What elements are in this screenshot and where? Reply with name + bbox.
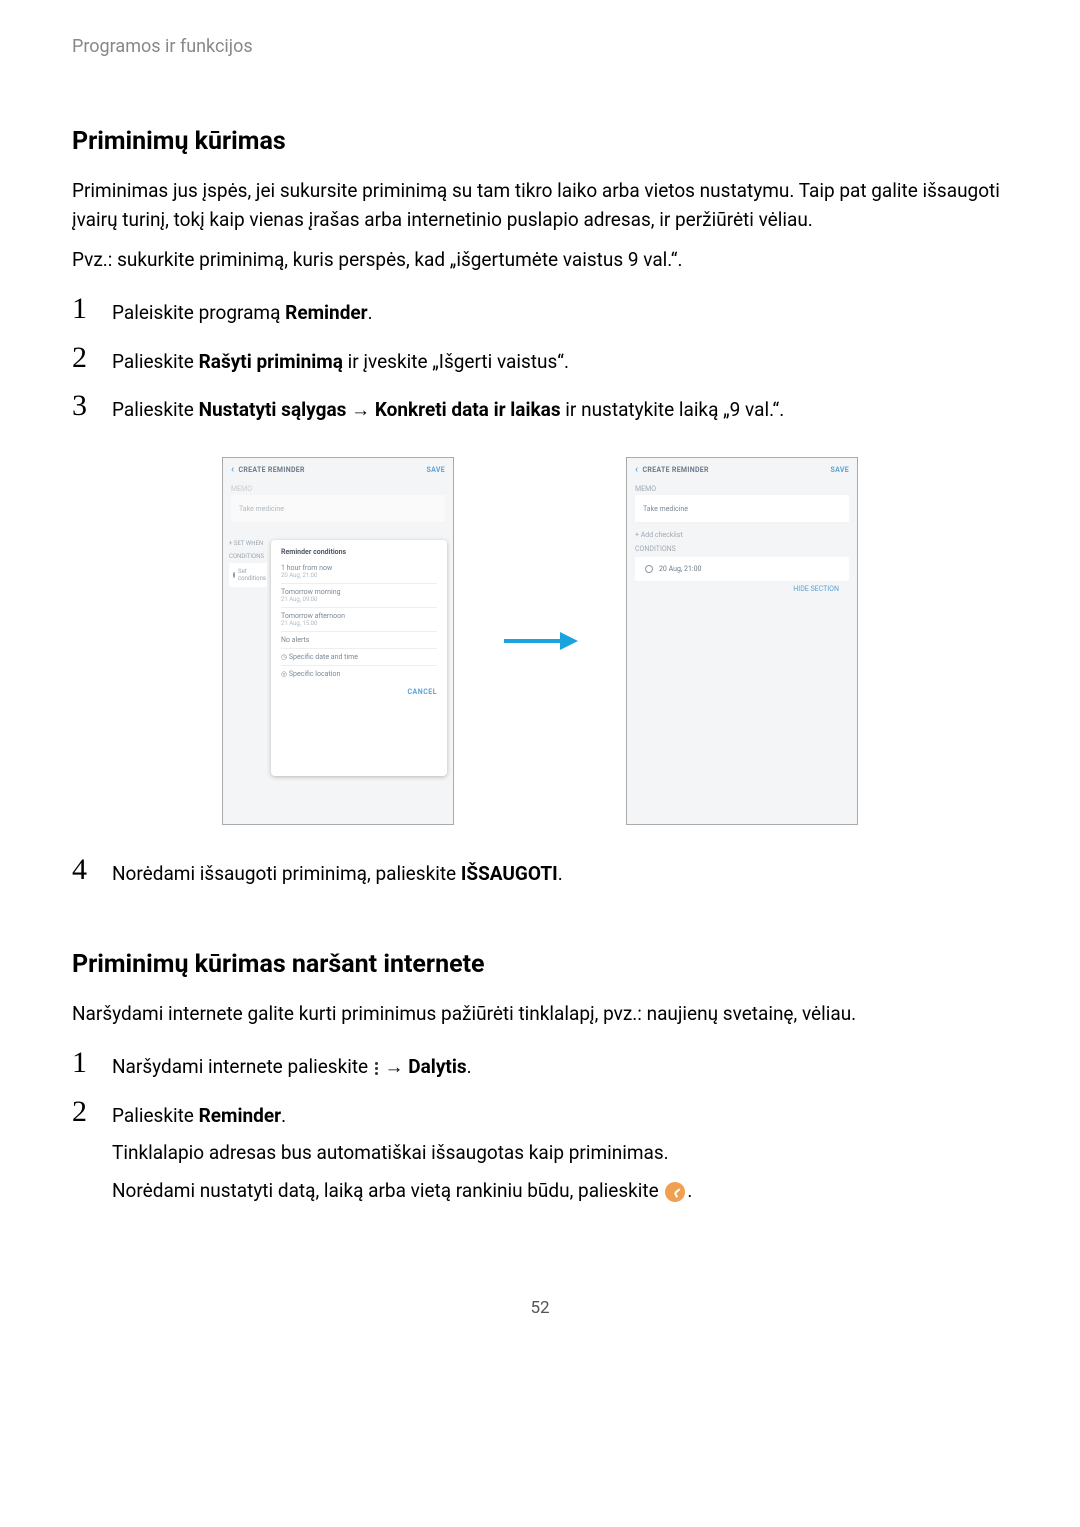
memo-label: MEMO <box>231 485 445 493</box>
step3-pre: Palieskite <box>112 398 199 421</box>
step-text: Norėdami išsaugoti priminimą, palieskite… <box>112 855 563 889</box>
step4-bold: IŠSAUGOTI <box>461 862 558 885</box>
section1-paragraph-1: Priminimas jus įspės, jei sukursite prim… <box>72 176 1008 235</box>
step-2: 2 Palieskite Rašyti priminimą ir įveskit… <box>72 343 1008 377</box>
breadcrumb: Programos ir funkcijos <box>72 0 1008 67</box>
section-title-create-reminders: Priminimų kūrimas <box>72 127 1008 156</box>
step-number: 2 <box>72 343 94 373</box>
radio-icon <box>645 565 653 573</box>
popup-option[interactable]: 1 hour from now 20 Aug, 21:00 <box>281 560 437 583</box>
condition-row[interactable]: 20 Aug, 21:00 <box>635 557 849 581</box>
arrow-text: → <box>346 398 374 421</box>
step-4: 4 Norėdami išsaugoti priminimą, palieski… <box>72 855 1008 889</box>
set-cond-row[interactable]: Set conditions <box>229 563 267 587</box>
step-1-browse: 1 Naršydami internete palieskite → Dalyt… <box>72 1048 1008 1082</box>
save-button[interactable]: SAVE <box>427 466 445 474</box>
page-number: 52 <box>72 1298 1008 1318</box>
step1-post: . <box>368 301 373 324</box>
popup-option[interactable]: Tomorrow morning 21 Aug, 09:00 <box>281 583 437 607</box>
memo-label: MEMO <box>635 485 849 493</box>
s2step2-sub2: Norėdami nustatyti datą, laiką arba viet… <box>112 1175 692 1207</box>
popup-option[interactable]: Tomorrow afternoon 21 Aug, 15:00 <box>281 607 437 631</box>
add-checklist[interactable]: + Add checklist <box>635 531 849 539</box>
clock-icon <box>665 1182 685 1202</box>
step-2-browse: 2 Palieskite Reminder. Tinklalapio adres… <box>72 1097 1008 1208</box>
step-text: Naršydami internete palieskite → Dalytis… <box>112 1048 472 1082</box>
opt-text: Tomorrow morning <box>281 588 437 596</box>
step-3: 3 Palieskite Nustatyti sąlygas → Konkret… <box>72 391 1008 425</box>
save-button[interactable]: SAVE <box>831 466 849 474</box>
step-number: 3 <box>72 391 94 421</box>
step3-post: ir nustatykite laiką „9 val.“. <box>561 398 785 421</box>
left-dim-strip: + SET WHEN CONDITIONS Set conditions <box>229 540 267 587</box>
popup-option[interactable]: No alerts <box>281 631 437 648</box>
step-1: 1 Paleiskite programą Reminder. <box>72 294 1008 328</box>
s2step1-bold: Dalytis <box>408 1055 466 1078</box>
step-text: Palieskite Nustatyti sąlygas → Konkreti … <box>112 391 784 425</box>
step-number: 1 <box>72 294 94 324</box>
step-text: Palieskite Reminder. Tinklalapio adresas… <box>112 1097 692 1208</box>
arrow-text: → <box>380 1055 408 1078</box>
conditions-label: CONDITIONS <box>229 553 267 560</box>
memo-input[interactable]: Take medicine <box>231 495 445 523</box>
step3-bold2: Konkreti data ir laikas <box>375 398 561 421</box>
conditions-popup: Reminder conditions 1 hour from now 20 A… <box>271 540 447 776</box>
step3-bold1: Nustatyti sąlygas <box>199 398 347 421</box>
s2step2-sub2-pre: Norėdami nustatyti datą, laiką arba viet… <box>112 1179 663 1202</box>
back-icon[interactable]: ‹ <box>635 464 638 475</box>
opt-text: Specific date and time <box>289 653 358 661</box>
opt-sub: 21 Aug, 15:00 <box>281 620 437 627</box>
opt-sub: 20 Aug, 21:00 <box>281 572 437 579</box>
s2step2-sub2-post: . <box>687 1179 692 1202</box>
opt-sub: 21 Aug, 09:00 <box>281 596 437 603</box>
memo-input[interactable]: Take medicine <box>635 495 849 523</box>
radio-icon <box>233 572 235 578</box>
step1-bold: Reminder <box>285 301 368 324</box>
s2step2-bold: Reminder <box>199 1104 282 1127</box>
set-cond-text: Set conditions <box>238 568 266 582</box>
step4-pre: Norėdami išsaugoti priminimą, palieskite <box>112 862 461 885</box>
step-text: Paleiskite programą Reminder. <box>112 294 373 328</box>
section-title-browsing-reminders: Priminimų kūrimas naršant internete <box>72 950 1008 979</box>
phone-screenshot-right: ‹ CREATE REMINDER SAVE MEMO Take medicin… <box>626 457 858 825</box>
popup-title: Reminder conditions <box>281 548 437 556</box>
s2step2-pre: Palieskite <box>112 1104 199 1127</box>
screen-title: CREATE REMINDER <box>643 466 709 474</box>
step1-pre: Paleiskite programą <box>112 301 285 324</box>
condition-value: 20 Aug, 21:00 <box>659 565 701 573</box>
screen-title: CREATE REMINDER <box>239 466 305 474</box>
arrow-icon <box>500 626 580 656</box>
step-text: Palieskite Rašyti priminimą ir įveskite … <box>112 343 569 377</box>
s2step2-sub1: Tinklalapio adresas bus automatiškai išs… <box>112 1137 692 1169</box>
step2-post: ir įveskite „Išgerti vaistus“. <box>343 350 569 373</box>
set-when-label: + SET WHEN <box>229 540 267 547</box>
step-number: 1 <box>72 1048 94 1078</box>
popup-option[interactable]: ◎ Specific location <box>281 665 437 682</box>
s2step2-post: . <box>281 1104 286 1127</box>
s2step1-post: . <box>467 1055 472 1078</box>
section2-paragraph-1: Naršydami internete galite kurti primini… <box>72 999 1008 1028</box>
back-icon[interactable]: ‹ <box>231 464 234 475</box>
step2-pre: Palieskite <box>112 350 199 373</box>
hide-section-link[interactable]: HIDE SECTION <box>635 585 839 593</box>
step2-bold: Rašyti priminimą <box>199 350 343 373</box>
section1-paragraph-2: Pvz.: sukurkite priminimą, kuris perspės… <box>72 245 1008 274</box>
more-options-icon <box>375 1062 378 1075</box>
opt-text: 1 hour from now <box>281 564 437 572</box>
phone-screenshot-left: ‹ CREATE REMINDER SAVE MEMO Take medicin… <box>222 457 454 825</box>
step-number: 4 <box>72 855 94 885</box>
popup-option[interactable]: ◷ Specific date and time <box>281 648 437 665</box>
figure-row: ‹ CREATE REMINDER SAVE MEMO Take medicin… <box>72 457 1008 825</box>
opt-text: Specific location <box>289 670 340 678</box>
step-number: 2 <box>72 1097 94 1127</box>
conditions-label: CONDITIONS <box>635 545 849 553</box>
s2step1-pre: Naršydami internete palieskite <box>112 1055 373 1078</box>
step4-post: . <box>558 862 563 885</box>
opt-text: Tomorrow afternoon <box>281 612 437 620</box>
cancel-button[interactable]: CANCEL <box>281 688 437 696</box>
